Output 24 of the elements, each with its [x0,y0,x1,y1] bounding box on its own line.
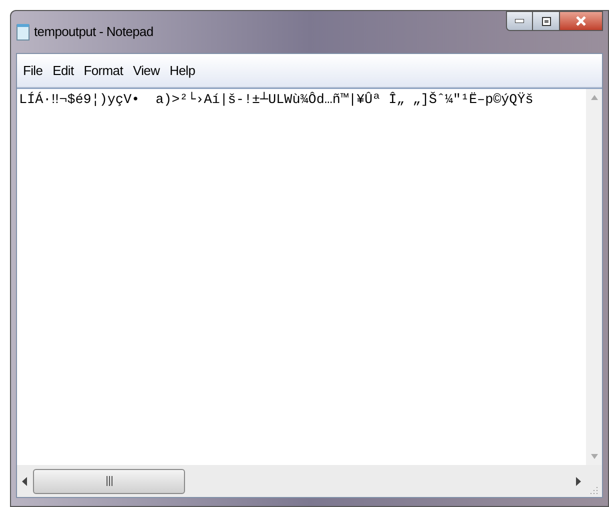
close-button[interactable] [559,11,603,31]
document-text: LÍÁ·‼¬$é9¦)yçV• a)>²└›Aí|š-!±┴ULWù¾Ôd…ñ™|¥Ûª Î„ „]Šˆ¼"¹Ë–p©ýQŸš [19,91,534,110]
horizontal-scrollbar[interactable] [17,465,586,497]
menu-item[interactable]: File [23,60,43,80]
scroll-down-icon[interactable] [590,454,598,459]
menu-item[interactable]: Format [84,60,123,80]
close-icon [576,16,586,26]
minimize-button[interactable] [506,11,533,31]
maximize-button[interactable] [533,11,559,31]
scrollbar-thumb[interactable] [33,468,185,494]
scroll-left-icon[interactable] [22,476,27,486]
menu-item[interactable]: Edit [52,60,74,80]
scroll-right-icon[interactable] [576,476,581,486]
text-area[interactable]: LÍÁ·‼¬$é9¦)yçV• a)>²└›Aí|š-!±┴ULWù¾Ôd…ñ™|¥Ûª Î„ „]Šˆ¼"¹Ë–p©ýQŸš [17,89,586,465]
menu-item[interactable]: View [133,60,160,80]
grip-icon [106,476,112,486]
scroll-up-icon[interactable] [590,95,598,100]
vertical-scrollbar[interactable] [586,89,602,465]
notepad-icon [16,23,30,41]
menu-item[interactable]: Help [170,60,196,80]
maximize-icon [542,16,550,26]
resize-grip-icon[interactable] [590,486,598,494]
minimize-icon [515,19,524,23]
window-title: tempoutput - Notepad [34,23,154,42]
